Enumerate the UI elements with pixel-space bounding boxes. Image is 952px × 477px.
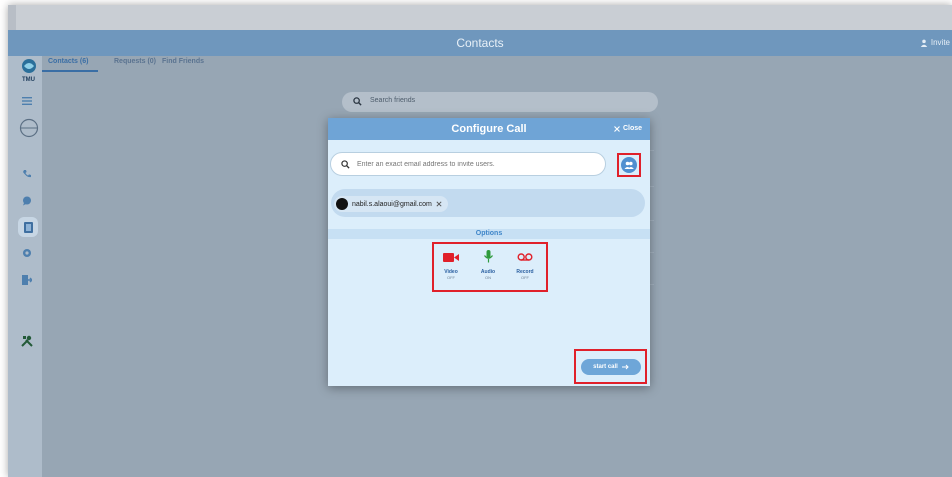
- audio-toggle[interactable]: Audio ON: [477, 250, 499, 280]
- invite-label: Invite: [930, 38, 950, 47]
- contacts-book-icon: [23, 221, 33, 233]
- record-toggle[interactable]: Record OFF: [514, 250, 536, 280]
- top-bar: Contacts Invite: [8, 30, 952, 56]
- globe-icon: [19, 118, 39, 138]
- sidebar-item-calls[interactable]: [20, 167, 34, 181]
- tmu-logo[interactable]: [20, 58, 38, 76]
- dialog-title: Configure Call: [451, 123, 527, 135]
- invite-email-field[interactable]: [330, 152, 606, 176]
- sidebar-item-settings[interactable]: [20, 246, 34, 260]
- tools-icon: [21, 335, 33, 347]
- search-icon: [353, 97, 362, 106]
- video-toggle[interactable]: Video OFF: [440, 250, 462, 280]
- phone-icon: [23, 170, 31, 178]
- friends-search-placeholder: Search friends: [370, 97, 416, 104]
- close-button[interactable]: Close: [614, 125, 642, 132]
- tab-find-friends[interactable]: Find Friends: [162, 58, 204, 65]
- dialog-header: Configure Call Close: [328, 118, 650, 140]
- user-add-icon: [920, 39, 928, 47]
- record-state: OFF: [521, 275, 529, 280]
- close-label: Close: [622, 125, 642, 132]
- start-call-button[interactable]: start call: [581, 359, 641, 375]
- active-tab-indicator: [42, 70, 98, 72]
- menu-icon: [22, 97, 32, 105]
- chip-email: nabil.s.alaoui@gmail.com: [352, 200, 432, 208]
- sidebar-item-globe[interactable]: [19, 118, 39, 138]
- arrow-right-icon: [621, 364, 629, 370]
- sidebar-item-menu[interactable]: [20, 94, 34, 108]
- search-icon: [341, 160, 350, 169]
- options-heading: Options: [328, 229, 650, 239]
- sidebar-item-contacts[interactable]: [18, 217, 38, 237]
- logo-text: TMU: [22, 77, 35, 83]
- sidebar-item-chat[interactable]: [20, 194, 34, 208]
- globe-logo-icon: [22, 59, 36, 73]
- sidebar-item-tools[interactable]: [20, 334, 34, 348]
- invite-button[interactable]: Invite: [920, 38, 950, 47]
- tab-requests[interactable]: Requests (0): [114, 58, 156, 65]
- invite-email-input[interactable]: [357, 157, 597, 172]
- avatar: [336, 198, 348, 210]
- chat-icon: [23, 196, 31, 206]
- close-icon: [614, 125, 620, 132]
- settings-icon: [23, 249, 31, 257]
- voicemail-record-icon: [517, 253, 533, 261]
- logout-icon: [22, 275, 32, 285]
- start-call-label: start call: [593, 364, 618, 370]
- remove-chip-icon[interactable]: [436, 201, 442, 207]
- add-group-button[interactable]: [621, 157, 637, 173]
- microphone-icon: [483, 250, 493, 263]
- user-chip[interactable]: nabil.s.alaoui@gmail.com: [334, 196, 448, 212]
- group-icon: [624, 161, 634, 169]
- tab-contacts[interactable]: Contacts (6): [48, 58, 88, 65]
- video-state: OFF: [447, 275, 455, 280]
- page-title: Contacts: [456, 36, 504, 50]
- audio-state: ON: [485, 275, 491, 280]
- sidebar-item-logout[interactable]: [20, 273, 34, 287]
- video-camera-icon: [443, 253, 459, 262]
